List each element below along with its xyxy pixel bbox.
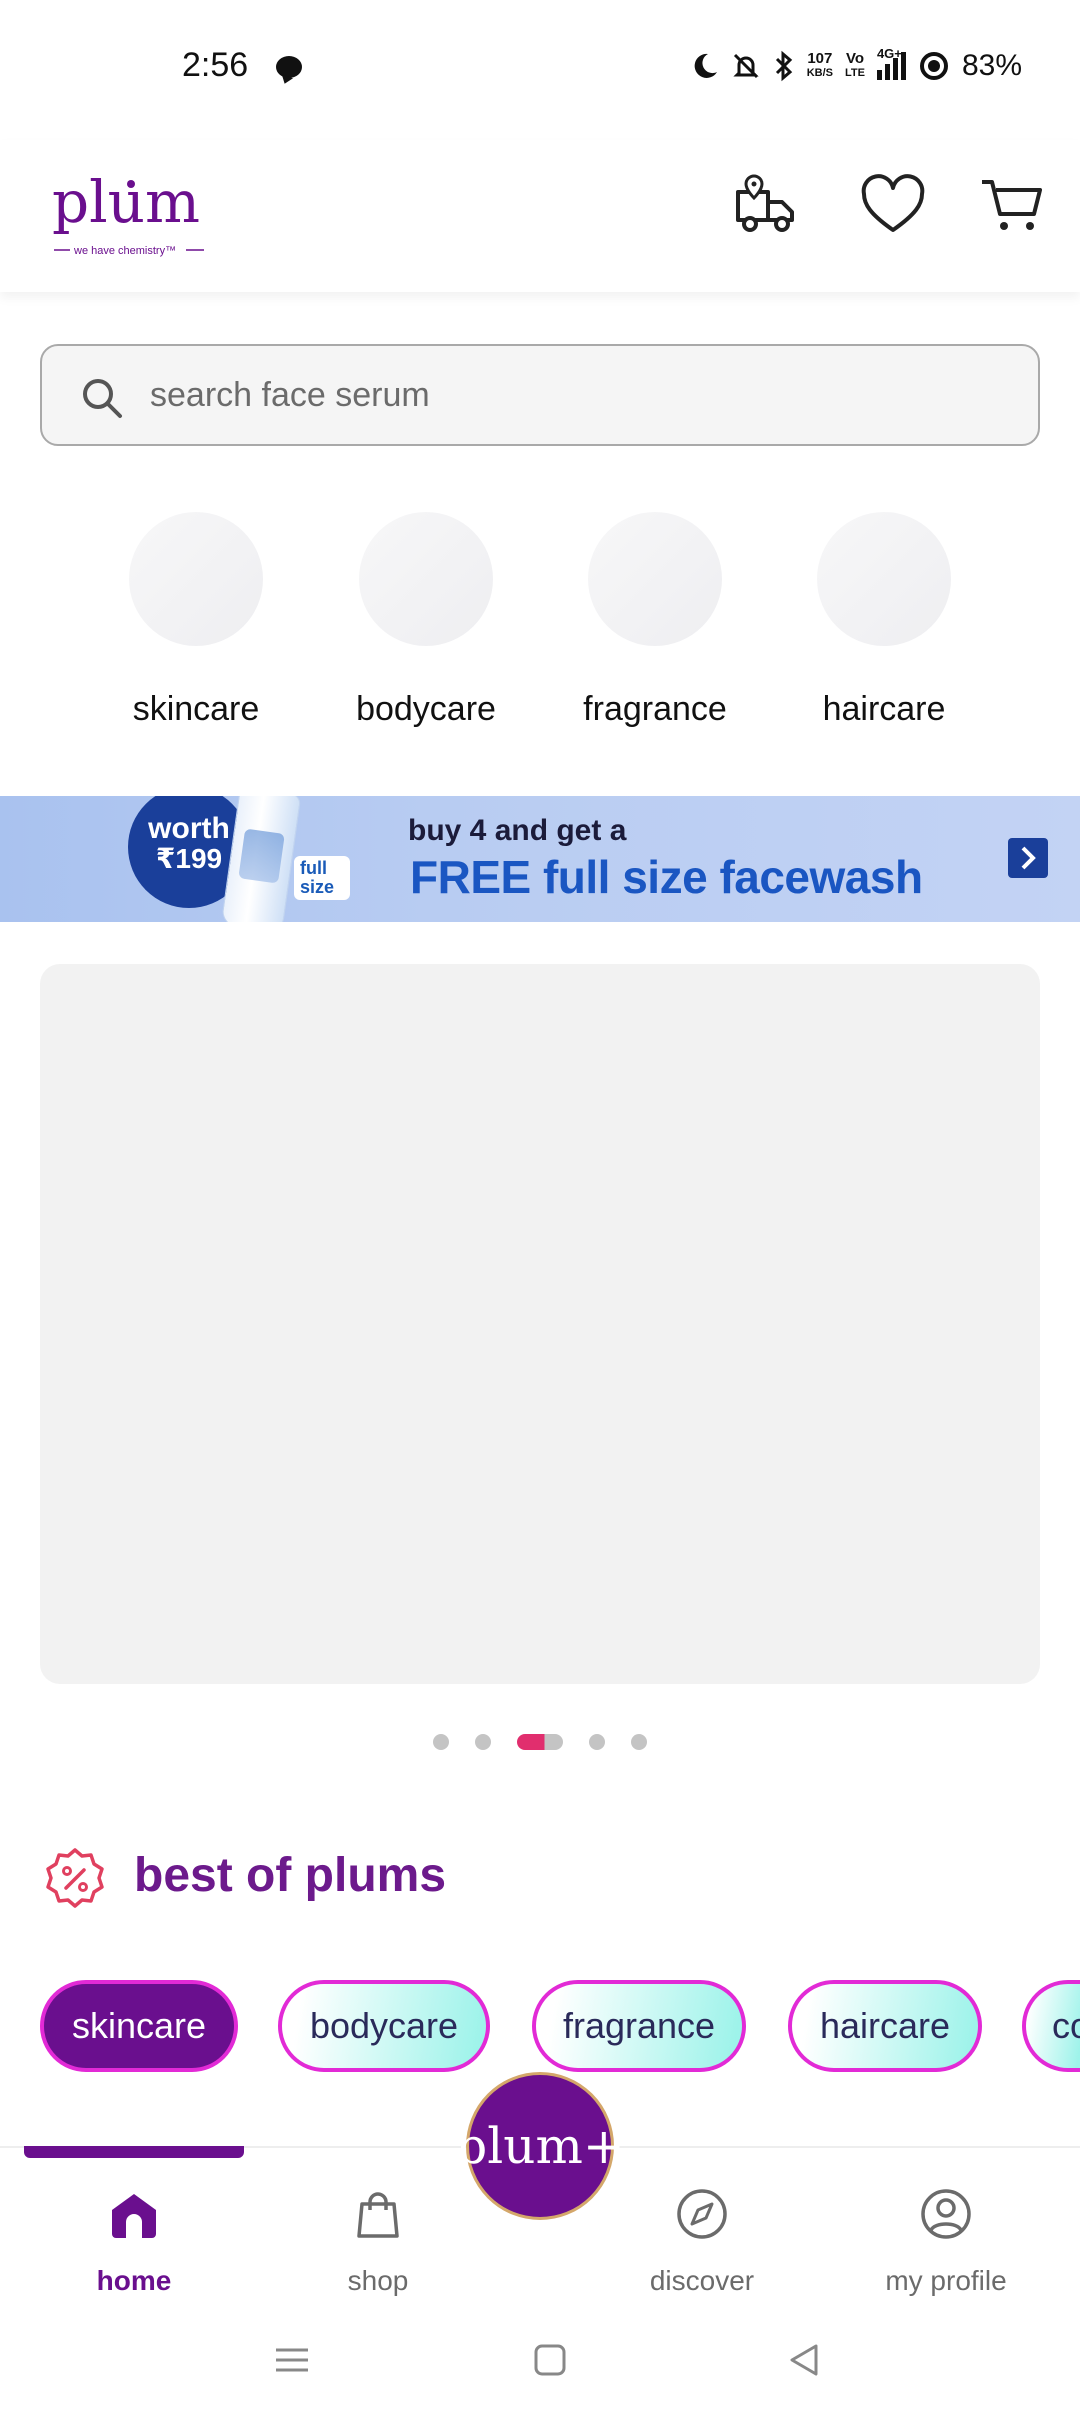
banner-offer: FREE full size facewash bbox=[410, 851, 923, 903]
plum-logo[interactable]: plum we have chemistry™ bbox=[52, 160, 212, 270]
system-navigation-bar bbox=[0, 2306, 1080, 2412]
search-icon bbox=[83, 379, 122, 418]
back-triangle-icon[interactable] bbox=[786, 2342, 822, 2378]
full-size-tag: full size bbox=[294, 856, 350, 900]
category-image bbox=[129, 512, 263, 646]
chip-partial[interactable]: co bbox=[1022, 1980, 1080, 2072]
shopping-bag-icon bbox=[357, 2192, 399, 2238]
nav-discover[interactable]: discover bbox=[602, 2186, 802, 2297]
nav-label: discover bbox=[649, 2265, 755, 2296]
wishlist-heart-icon[interactable] bbox=[858, 170, 928, 240]
nav-my-profile[interactable]: my profile bbox=[846, 2186, 1046, 2297]
status-time: 2:56 bbox=[182, 46, 249, 84]
category-label: haircare bbox=[822, 690, 946, 728]
chevron-right-icon[interactable] bbox=[1008, 838, 1048, 878]
category-skincare[interactable]: skincare bbox=[96, 512, 296, 729]
home-square-icon[interactable] bbox=[532, 2342, 568, 2378]
bluetooth-icon bbox=[775, 50, 792, 82]
logo-wordmark: plum bbox=[52, 168, 200, 236]
compass-icon bbox=[677, 2189, 727, 2239]
nav-label: shop bbox=[347, 2265, 409, 2296]
search-input[interactable] bbox=[150, 346, 1010, 444]
menu-icon[interactable] bbox=[274, 2342, 310, 2378]
promo-banner[interactable]: worth ₹199 full size buy 4 and get a FRE… bbox=[0, 796, 1080, 922]
nav-label: home bbox=[96, 2265, 172, 2296]
app-header: plum we have chemistry™ bbox=[0, 140, 1080, 292]
carousel-dot[interactable] bbox=[631, 1734, 647, 1750]
search-bar[interactable] bbox=[40, 344, 1040, 446]
category-image bbox=[588, 512, 722, 646]
category-image bbox=[359, 512, 493, 646]
carousel-dots bbox=[0, 1734, 1080, 1750]
nav-label: my profile bbox=[885, 2265, 1007, 2296]
category-label: fragrance bbox=[583, 690, 727, 728]
signal-indicator: 4G+ bbox=[876, 46, 906, 80]
profile-icon bbox=[921, 2189, 971, 2239]
nav-shop[interactable]: shop bbox=[278, 2186, 478, 2297]
status-bar: 2:56 107 KB/S Vo LTE 4G+ 83% bbox=[0, 0, 1080, 140]
active-tab-indicator bbox=[24, 2146, 244, 2158]
nav-home[interactable]: home bbox=[34, 2186, 234, 2297]
status-icons: 107 KB/S Vo LTE 4G+ 83% bbox=[689, 46, 1022, 86]
category-image bbox=[817, 512, 951, 646]
signal-bar bbox=[884, 64, 890, 80]
mute-bell-icon bbox=[733, 53, 759, 79]
chip-skincare[interactable]: skincare bbox=[40, 1980, 238, 2072]
cart-icon[interactable] bbox=[978, 170, 1048, 240]
volte-indicator: Vo LTE bbox=[844, 50, 865, 79]
chip-haircare[interactable]: haircare bbox=[788, 1980, 982, 2072]
moon-icon bbox=[694, 53, 717, 78]
net-speed: 107 KB/S bbox=[806, 50, 833, 79]
section-title: best of plums bbox=[134, 1849, 447, 1902]
battery-percent: 83% bbox=[961, 49, 1022, 82]
carousel-dot[interactable] bbox=[475, 1734, 491, 1750]
carousel-dot[interactable] bbox=[589, 1734, 605, 1750]
category-label: bodycare bbox=[356, 690, 496, 728]
discount-badge-icon bbox=[46, 1848, 104, 1908]
chip-bodycare[interactable]: bodycare bbox=[278, 1980, 490, 2072]
hero-carousel-slide[interactable] bbox=[40, 964, 1040, 1684]
category-fragrance[interactable]: fragrance bbox=[555, 512, 755, 729]
logo-tagline: we have chemistry™ bbox=[73, 245, 176, 257]
delivery-truck-icon[interactable] bbox=[732, 170, 802, 240]
category-bodycare[interactable]: bodycare bbox=[326, 512, 526, 729]
signal-bar bbox=[892, 58, 898, 80]
message-notification-icon bbox=[276, 56, 302, 78]
home-icon bbox=[112, 2194, 156, 2238]
carousel-dot[interactable] bbox=[433, 1734, 449, 1750]
signal-bar bbox=[876, 70, 882, 80]
plum-plus-button[interactable]: plum+ bbox=[455, 2072, 625, 2220]
banner-headline: buy 4 and get a bbox=[408, 814, 627, 847]
carousel-dot-active[interactable] bbox=[517, 1734, 563, 1750]
chip-fragrance[interactable]: fragrance bbox=[532, 1980, 746, 2072]
category-label: skincare bbox=[132, 690, 260, 728]
battery-ring-icon bbox=[919, 52, 948, 80]
category-haircare[interactable]: haircare bbox=[784, 512, 984, 729]
